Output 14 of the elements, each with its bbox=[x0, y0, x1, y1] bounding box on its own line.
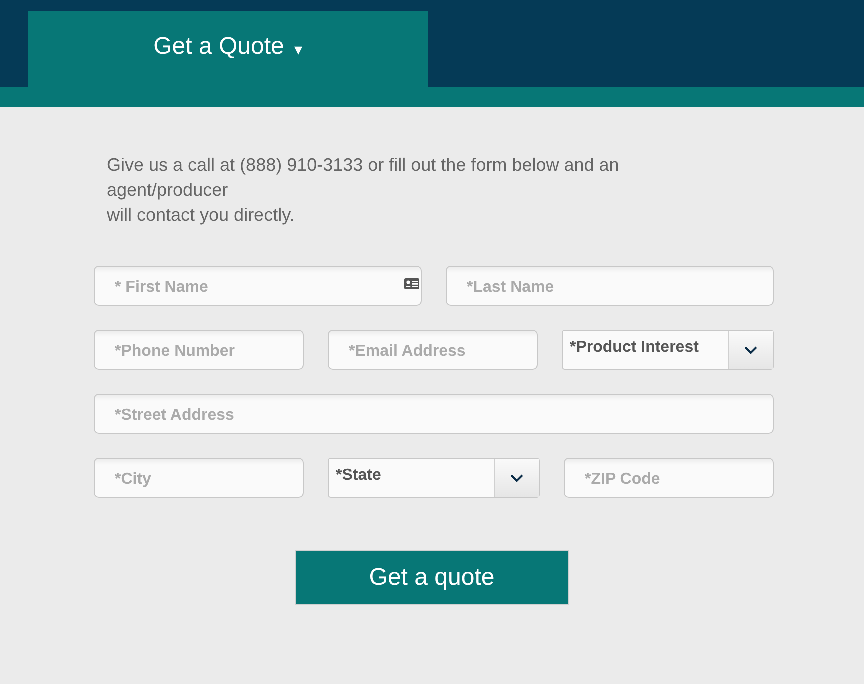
menu-tab[interactable]: Get a Quote ▾ bbox=[28, 11, 428, 87]
chevron-down-icon bbox=[744, 346, 758, 354]
dropdown[interactable]: *State bbox=[328, 458, 540, 498]
dropdown[interactable]: *Product Interest bbox=[562, 330, 774, 370]
input-field[interactable]: *Last Name bbox=[446, 266, 774, 306]
input-field[interactable]: *ZIP Code bbox=[564, 458, 774, 498]
input-field[interactable]: *Street Address bbox=[94, 394, 774, 434]
input-field[interactable]: * First Name bbox=[94, 266, 422, 306]
input-field[interactable]: *Email Address bbox=[328, 330, 538, 370]
chevron-down-icon bbox=[510, 474, 524, 482]
input-field[interactable]: *City bbox=[94, 458, 304, 498]
intro-text: Give us a call at (888) 910-3133 or fill out the form below and an agent/producer will contact you directly. bbox=[107, 154, 620, 227]
input-field[interactable]: *Phone Number bbox=[94, 330, 304, 370]
submit-button[interactable]: Get a quote bbox=[295, 550, 569, 605]
